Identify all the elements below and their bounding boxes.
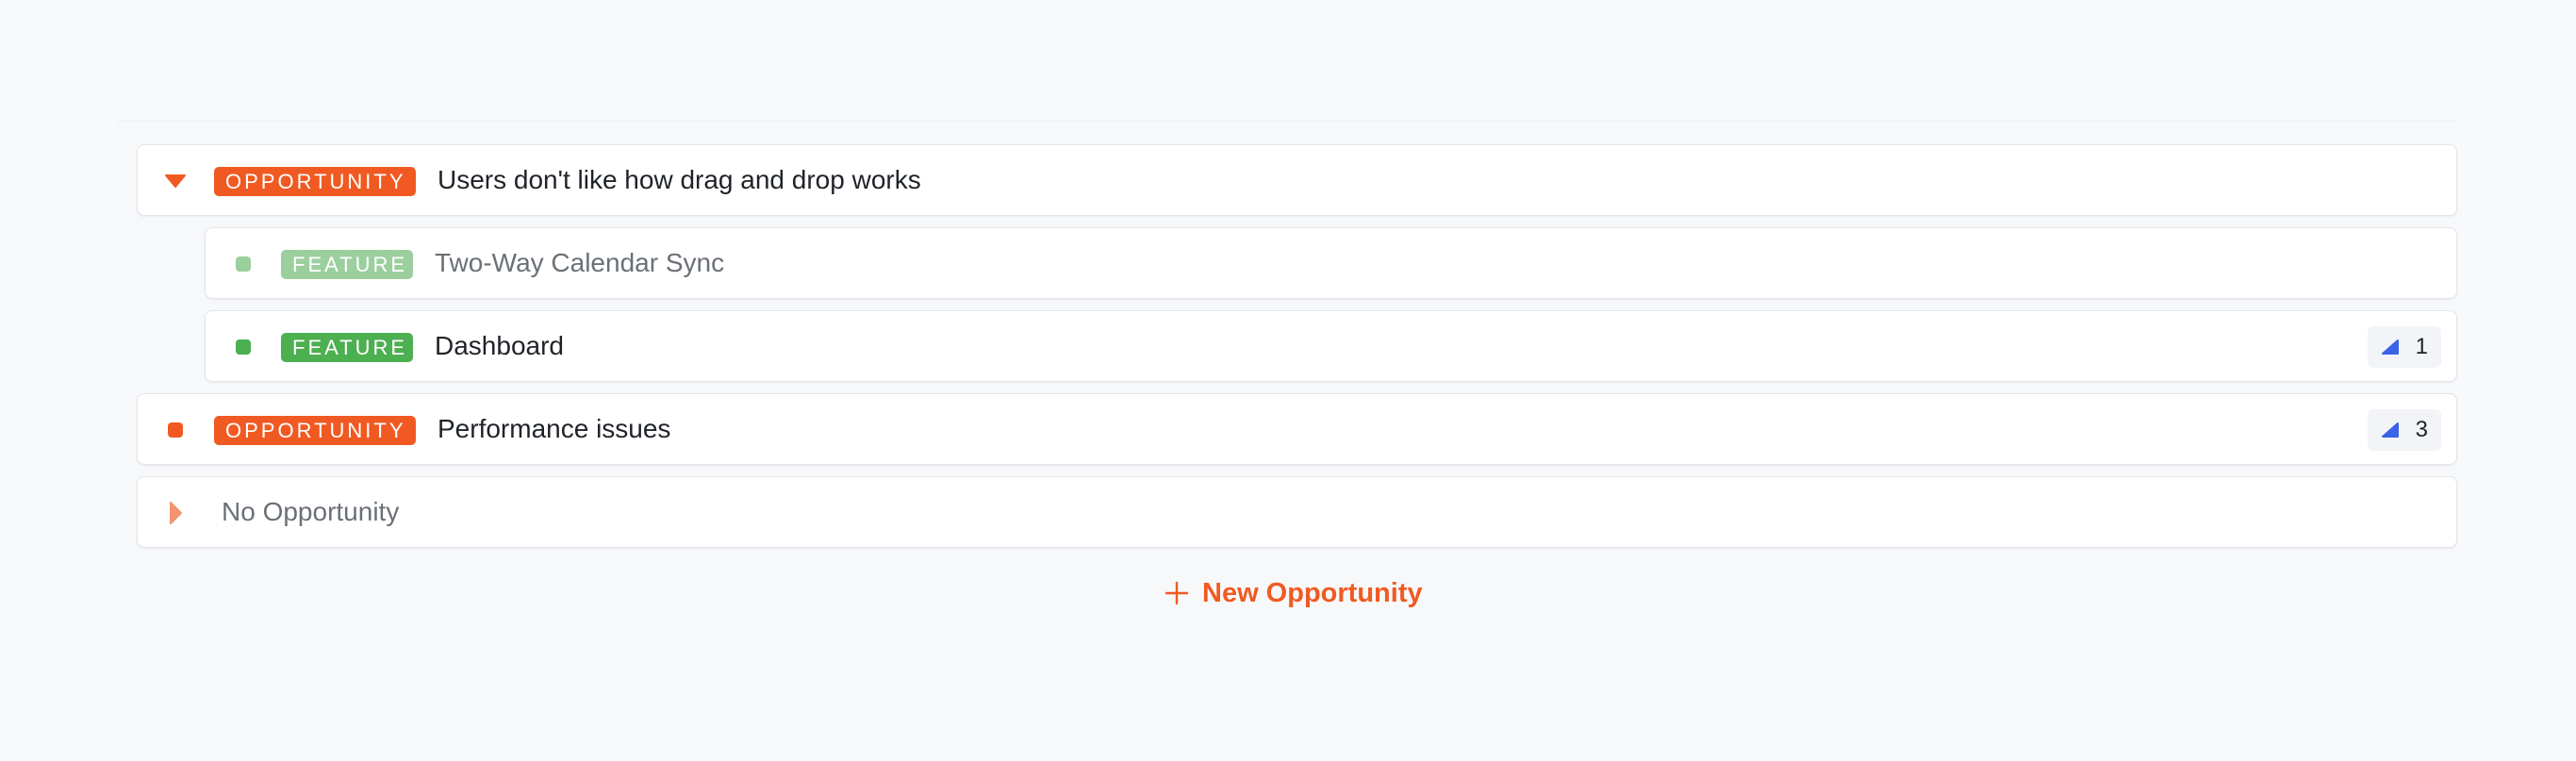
feature-title: Two-Way Calendar Sync [435,248,725,277]
insight-count-badge[interactable]: 3 [2368,409,2441,451]
square-status-icon [236,256,251,272]
caret-down-icon[interactable] [164,170,187,192]
opportunity-row[interactable]: OPPORTUNITY Performance issues 3 [137,393,2457,465]
opportunity-title: Users don't like how drag and drop works [438,165,921,194]
signal-icon [2382,339,2399,355]
insight-count-badge[interactable]: 1 [2368,326,2441,368]
feature-row[interactable]: FEATURE Two-Way Calendar Sync [205,227,2457,299]
square-status-icon [168,422,183,438]
new-opportunity-label: New Opportunity [1202,577,1423,608]
feature-title: Dashboard [435,331,564,360]
opportunity-row[interactable]: OPPORTUNITY Users don't like how drag an… [137,144,2457,216]
opportunity-board: OPPORTUNITY Users don't like how drag an… [118,121,2457,650]
new-opportunity-button[interactable]: New Opportunity [1164,574,1423,612]
count-value: 1 [2415,334,2428,359]
plus-icon [1164,581,1189,605]
opportunity-title: Performance issues [438,414,671,443]
group-title: No Opportunity [222,497,400,526]
opportunity-tag: OPPORTUNITY [214,416,416,445]
feature-row[interactable]: FEATURE Dashboard 1 [205,310,2457,382]
square-status-icon [236,339,251,355]
count-value: 3 [2415,417,2428,442]
no-opportunity-group[interactable]: No Opportunity [137,476,2457,548]
opportunity-tag: OPPORTUNITY [214,167,416,196]
feature-tag: FEATURE [281,250,413,279]
signal-icon [2382,422,2399,438]
feature-tag: FEATURE [281,333,413,362]
caret-right-icon[interactable] [164,502,187,524]
